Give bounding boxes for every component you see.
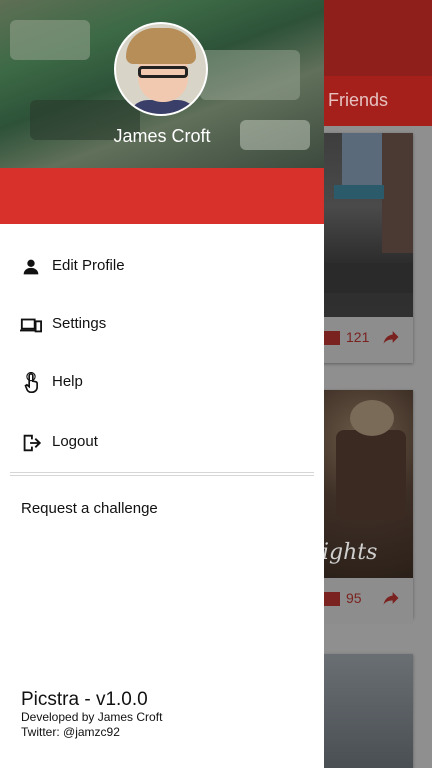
menu-label: Settings xyxy=(52,315,107,332)
request-challenge-link[interactable]: Request a challenge xyxy=(21,500,158,517)
app-version: Picstra - v1.0.0 xyxy=(21,689,148,710)
touch-icon xyxy=(24,372,38,393)
photo-thumbnail: ights xyxy=(322,390,413,578)
photo-count: 121 xyxy=(346,329,370,345)
photo-thumbnail xyxy=(322,654,413,768)
menu-item-edit-profile[interactable]: Edit Profile xyxy=(0,238,324,296)
photo-thumbnail xyxy=(322,133,413,317)
card-footer: 121 xyxy=(322,317,413,363)
twitter-handle: Twitter: @jamzc92 xyxy=(21,725,120,739)
picture-icon xyxy=(324,592,340,606)
photo-overlay-text: ights xyxy=(322,540,378,565)
person-icon xyxy=(23,259,39,275)
avatar[interactable] xyxy=(114,22,208,116)
share-icon[interactable] xyxy=(380,588,402,608)
divider xyxy=(10,472,314,476)
photo-card[interactable]: 121 xyxy=(322,133,413,363)
developer-credit: Developed by James Croft xyxy=(21,710,163,724)
accent-band xyxy=(0,168,324,224)
user-name: James Croft xyxy=(113,126,211,146)
menu-label: Help xyxy=(52,373,83,390)
picture-icon xyxy=(324,331,340,345)
logout-icon xyxy=(23,434,42,452)
menu-item-logout[interactable]: Logout xyxy=(0,414,324,472)
card-footer: 95 xyxy=(322,578,413,624)
menu-label: Logout xyxy=(52,433,98,450)
menu-item-settings[interactable]: Settings xyxy=(0,296,324,354)
photo-card[interactable] xyxy=(322,654,413,768)
devices-icon xyxy=(20,318,42,333)
navigation-drawer: James Croft Edit Profile Settings Help L… xyxy=(0,0,324,768)
menu-item-help[interactable]: Help xyxy=(0,354,324,412)
photo-count: 95 xyxy=(346,590,362,606)
menu-label: Edit Profile xyxy=(52,257,125,274)
photo-card[interactable]: ights 95 xyxy=(322,390,413,624)
tab-friends[interactable]: Friends xyxy=(328,90,388,111)
share-icon[interactable] xyxy=(380,327,402,347)
